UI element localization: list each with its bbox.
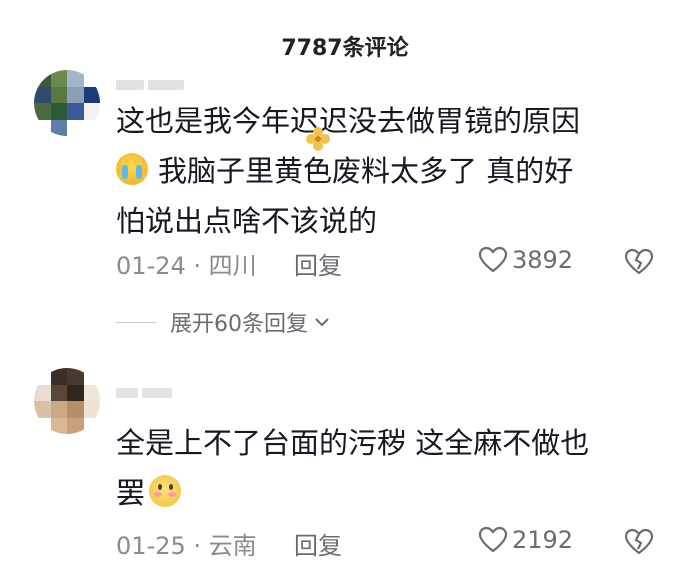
avatar-pixel xyxy=(67,368,84,385)
avatar-pixel xyxy=(34,103,51,120)
username-blurred[interactable] xyxy=(116,74,206,90)
comment-meta: 01-24 · 四川 回复 3892 xyxy=(116,246,656,281)
avatar-pixel xyxy=(83,368,100,385)
comments-count-title: 7787条评论 xyxy=(281,36,409,61)
comment-text: 全是上不了台面的污秽 这全麻不做也 罢 xyxy=(116,418,656,518)
flower-sticker-icon xyxy=(306,127,330,151)
heart-outline-icon xyxy=(478,526,508,553)
comment-line: 全是上不了台面的污秽 这全麻不做也 xyxy=(116,426,590,460)
comment-line-with-emoji: 罢 xyxy=(116,468,656,518)
comment-text: 这也是我今年迟迟没去做胃镜的原因 我脑子里黄色废料太多了 真的好 怕说出点啥不该… xyxy=(116,96,656,246)
avatar-pixel xyxy=(83,86,100,103)
avatar-pixel xyxy=(67,103,84,120)
flushed-shy-face-icon xyxy=(149,475,182,507)
reply-button[interactable]: 回复 xyxy=(294,526,342,561)
heart-outline-icon xyxy=(478,246,508,273)
avatar-pixel xyxy=(67,384,84,401)
avatar-pixel xyxy=(50,401,67,418)
avatar-pixel xyxy=(50,368,67,385)
avatar-pixel xyxy=(83,417,100,434)
reply-button[interactable]: 回复 xyxy=(294,246,342,281)
avatar-pixel xyxy=(34,417,51,434)
comment-line: 怕说出点啥不该说的 xyxy=(116,204,378,238)
comment-meta: 01-25 · 云南 回复 2192 xyxy=(116,526,656,561)
avatar-pixel xyxy=(34,119,51,136)
avatar-pixel xyxy=(50,417,67,434)
avatar-pixel xyxy=(67,417,84,434)
broken-heart-icon[interactable] xyxy=(624,528,654,556)
broken-heart-icon[interactable] xyxy=(624,248,654,276)
expand-replies-button[interactable]: 展开60条回复 xyxy=(116,306,330,338)
expand-replies-label: 展开60条回复 xyxy=(170,312,308,337)
avatar-pixel xyxy=(50,103,67,120)
avatar-pixel xyxy=(34,368,51,385)
avatar-mosaic-1 xyxy=(34,70,100,136)
avatar-pixel xyxy=(50,119,67,136)
avatar-pixel xyxy=(83,119,100,136)
like-count: 3892 xyxy=(512,246,574,274)
username-blurred[interactable] xyxy=(116,382,206,398)
comment-line-with-emoji: 我脑子里黄色废料太多了 真的好 xyxy=(116,146,656,196)
comment-item: 全是上不了台面的污秽 这全麻不做也 罢 01-25 · 云南 回复 2192 xyxy=(0,368,690,563)
date-location: 01-25 · 云南 xyxy=(116,532,257,560)
avatar-pixel xyxy=(83,70,100,87)
avatar-pixel xyxy=(67,70,84,87)
avatar-pixel xyxy=(83,103,100,120)
comment-line: 这也是我今年迟迟没去做胃镜的原因 xyxy=(116,104,581,138)
avatar-pixel xyxy=(67,119,84,136)
like-button[interactable]: 3892 xyxy=(478,246,573,274)
avatar-pixel xyxy=(50,70,67,87)
avatar-pixel xyxy=(34,384,51,401)
avatar-pixel xyxy=(50,384,67,401)
avatar-pixel xyxy=(67,401,84,418)
like-button[interactable]: 2192 xyxy=(478,526,573,554)
avatar[interactable] xyxy=(34,70,100,136)
avatar-mosaic-2 xyxy=(34,368,100,434)
comment-line: 罢 xyxy=(116,476,146,510)
date-location: 01-24 · 四川 xyxy=(116,252,257,280)
avatar[interactable] xyxy=(34,368,100,434)
avatar-pixel xyxy=(67,86,84,103)
avatar-pixel xyxy=(34,70,51,87)
divider xyxy=(116,321,156,323)
avatar-pixel xyxy=(83,401,100,418)
comment-item: 这也是我今年迟迟没去做胃镜的原因 我脑子里黄色废料太多了 真的好 怕说出点啥不该… xyxy=(0,70,690,290)
comment-line: 我脑子里黄色废料太多了 真的好 xyxy=(158,154,574,188)
avatar-pixel xyxy=(83,384,100,401)
avatar-pixel xyxy=(34,86,51,103)
chevron-down-icon xyxy=(315,318,329,327)
avatar-pixel xyxy=(50,86,67,103)
avatar-pixel xyxy=(34,401,51,418)
loudly-crying-face-icon xyxy=(116,153,148,185)
like-count: 2192 xyxy=(512,526,574,554)
